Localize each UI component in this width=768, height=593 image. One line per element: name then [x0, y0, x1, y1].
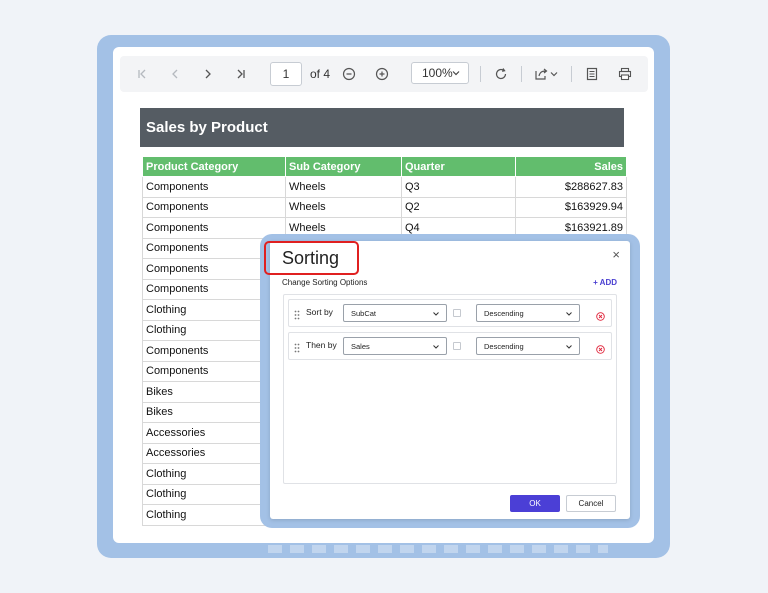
table-cell: Components	[142, 196, 286, 218]
toolbar-divider	[480, 66, 481, 82]
table-cell: Wheels	[285, 196, 402, 218]
table-cell: $163929.94	[515, 196, 627, 218]
zoom-out-icon[interactable]	[337, 62, 361, 86]
remove-circle-icon[interactable]	[596, 308, 605, 326]
column-header: Product Category	[142, 156, 286, 177]
sort-order-value: Descending	[484, 308, 524, 318]
first-page-icon[interactable]	[130, 62, 154, 86]
sort-field-value: Sales	[351, 341, 370, 351]
sort-row-label: Then by	[306, 340, 337, 350]
sort-options-panel: Sort by SubCat Descending Then by Sales	[283, 294, 617, 484]
page-count-label: of 4	[310, 67, 331, 81]
table-row: Components Wheels Q2 $163929.94	[142, 196, 627, 218]
close-icon[interactable]: ×	[612, 247, 620, 262]
table-cell: Components	[142, 217, 286, 239]
sort-field-select[interactable]: Sales	[343, 337, 447, 355]
table-header-row: Product Category Sub Category Quarter Sa…	[142, 156, 627, 177]
sort-row-label: Sort by	[306, 307, 333, 317]
sort-order-select[interactable]: Descending	[476, 337, 580, 355]
column-header: Sub Category	[285, 156, 402, 177]
last-page-icon[interactable]	[229, 62, 253, 86]
table-row: Components Wheels Q3 $288627.83	[142, 176, 627, 198]
table-cell: Wheels	[285, 176, 402, 198]
sorting-dialog: Sorting × Change Sorting Options + ADD S…	[264, 241, 630, 519]
report-title: Sales by Product	[146, 119, 268, 136]
sort-field-select[interactable]: SubCat	[343, 304, 447, 322]
sort-row-checkbox[interactable]	[453, 342, 461, 350]
dialog-subtitle: Change Sorting Options	[282, 278, 368, 287]
zoom-select[interactable]: 100%	[411, 62, 469, 84]
next-page-icon[interactable]	[196, 62, 220, 86]
chevron-down-icon	[565, 310, 573, 320]
viewer-toolbar: 1 of 4 100%	[120, 56, 648, 92]
chevron-down-icon	[451, 67, 461, 81]
sort-row-checkbox[interactable]	[453, 309, 461, 317]
report-title-bar: Sales by Product	[140, 108, 624, 147]
faded-footer-text	[268, 545, 608, 553]
refresh-icon[interactable]	[489, 62, 513, 86]
table-cell: Q2	[401, 196, 516, 218]
chevron-down-icon	[432, 343, 440, 353]
zoom-value: 100%	[422, 66, 453, 80]
table-cell: Components	[142, 176, 286, 198]
sort-row: Then by Sales Descending	[288, 332, 612, 360]
document-icon[interactable]	[580, 62, 604, 86]
column-header: Quarter	[401, 156, 516, 177]
dialog-title: Sorting	[282, 248, 340, 268]
page-number-input[interactable]: 1	[270, 62, 302, 86]
sort-field-value: SubCat	[351, 308, 377, 318]
sort-order-select[interactable]: Descending	[476, 304, 580, 322]
sort-order-value: Descending	[484, 341, 524, 351]
prev-page-icon[interactable]	[163, 62, 187, 86]
toolbar-divider	[571, 66, 572, 82]
ok-button[interactable]: OK	[510, 495, 560, 512]
column-header: Sales	[515, 156, 627, 177]
add-sort-button[interactable]: + ADD	[593, 278, 617, 287]
table-cell: $288627.83	[515, 176, 627, 198]
drag-handle-icon[interactable]	[294, 307, 300, 325]
cancel-button[interactable]: Cancel	[566, 495, 616, 512]
table-cell: Q3	[401, 176, 516, 198]
sort-row: Sort by SubCat Descending	[288, 299, 612, 327]
print-icon[interactable]	[613, 62, 637, 86]
chevron-down-icon	[565, 343, 573, 353]
remove-circle-icon[interactable]	[596, 341, 605, 359]
export-button[interactable]	[530, 62, 564, 86]
toolbar-divider	[521, 66, 522, 82]
drag-handle-icon[interactable]	[294, 340, 300, 358]
zoom-in-icon[interactable]	[370, 62, 394, 86]
chevron-down-icon	[432, 310, 440, 320]
